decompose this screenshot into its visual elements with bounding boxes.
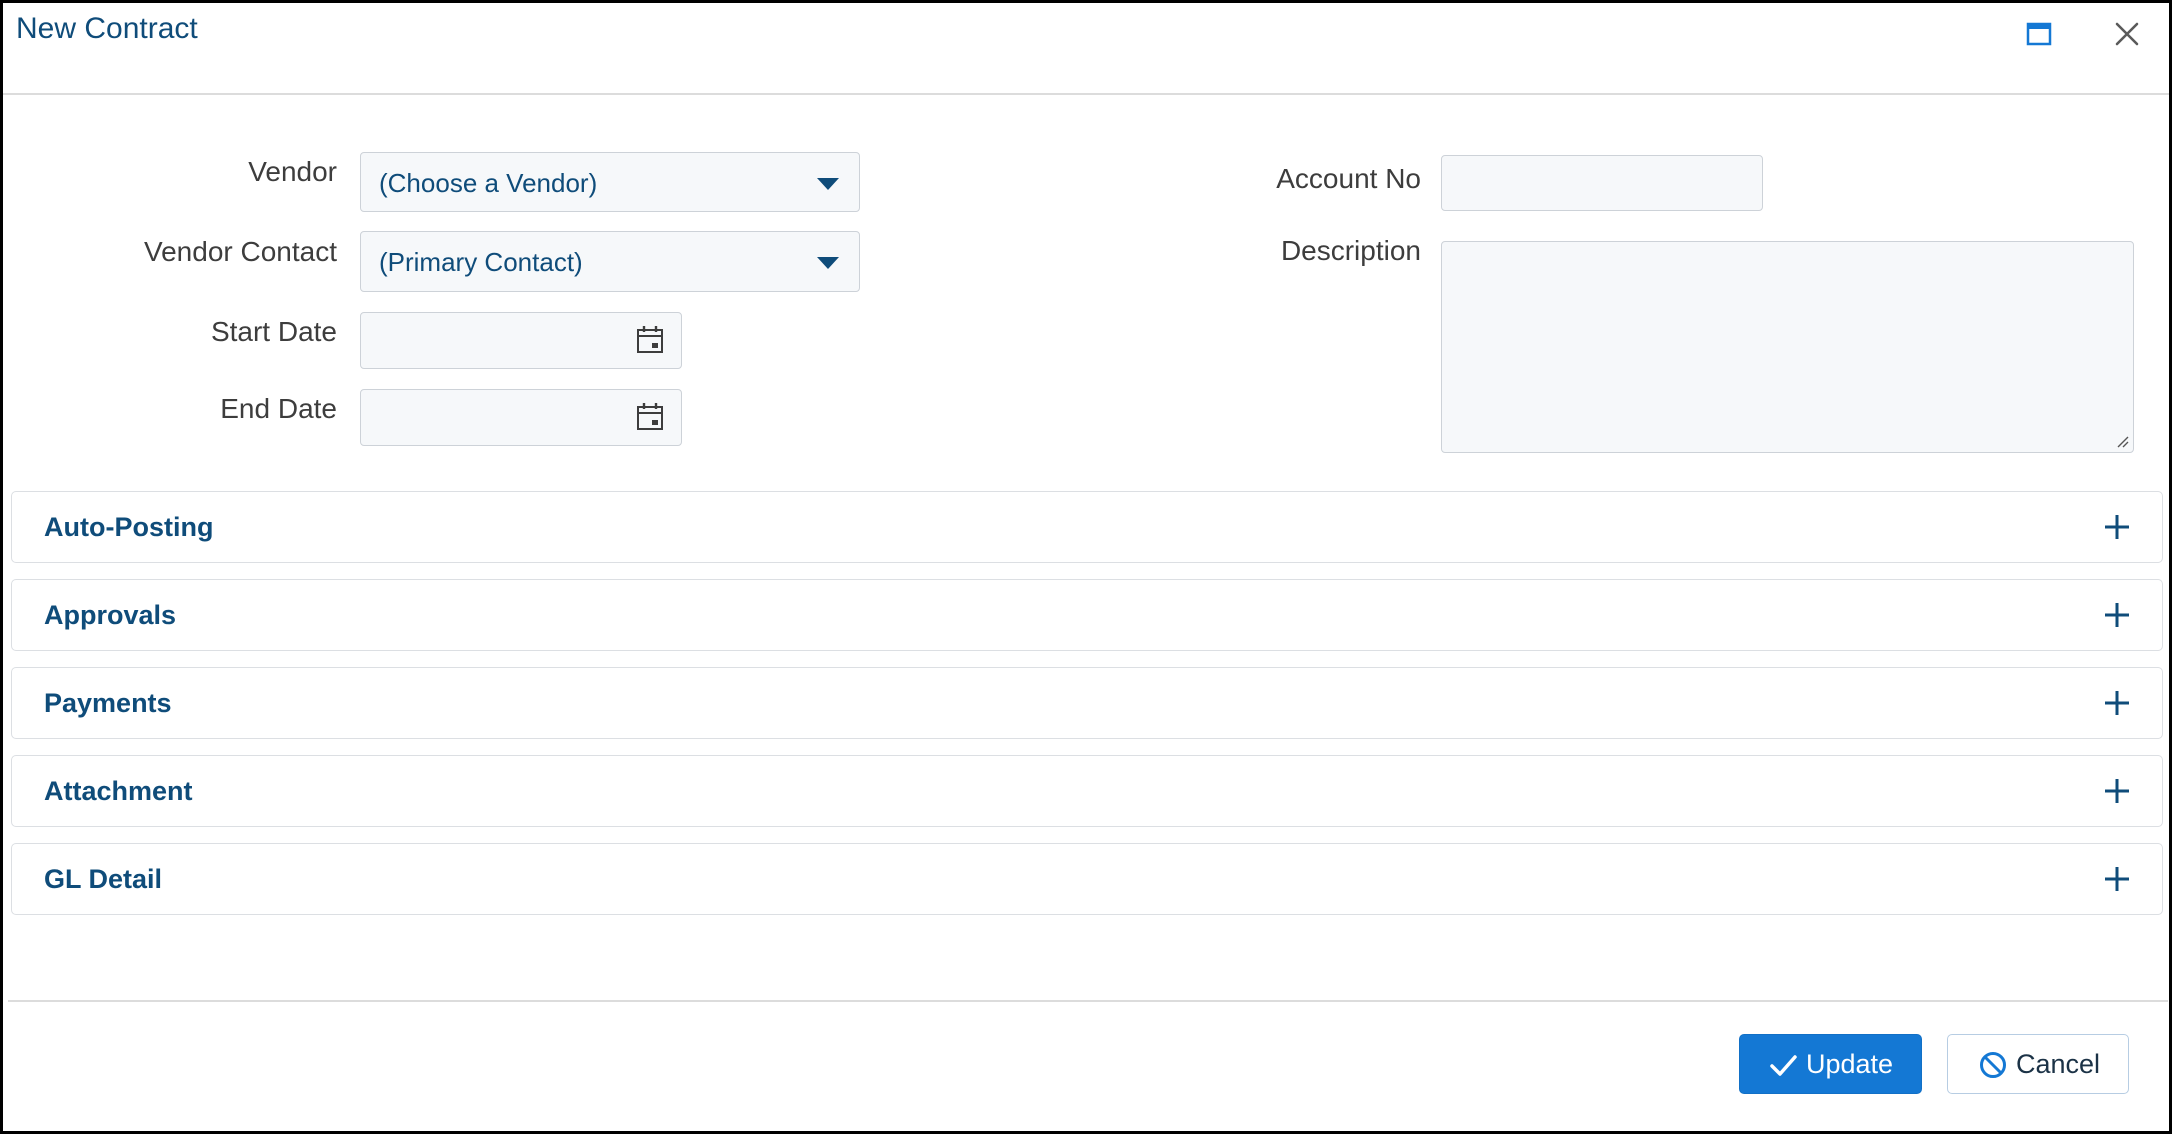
section-title: Attachment bbox=[44, 776, 193, 806]
plus-icon[interactable] bbox=[2102, 864, 2132, 894]
plus-icon[interactable] bbox=[2102, 600, 2132, 630]
account-no-label: Account No bbox=[1276, 163, 1421, 194]
vendor-label: Vendor bbox=[248, 156, 337, 187]
ban-icon bbox=[1980, 1052, 2006, 1078]
section-attachment[interactable]: Attachment bbox=[11, 755, 2163, 827]
caret-down-icon bbox=[817, 178, 839, 190]
footer-divider bbox=[8, 1000, 2168, 1002]
description-textarea[interactable] bbox=[1441, 241, 2134, 453]
cancel-button[interactable]: Cancel bbox=[1947, 1034, 2129, 1094]
plus-icon[interactable] bbox=[2102, 688, 2132, 718]
account-no-input[interactable] bbox=[1441, 155, 1763, 211]
plus-icon[interactable] bbox=[2102, 776, 2132, 806]
start-date-label: Start Date bbox=[210, 316, 337, 347]
plus-icon[interactable] bbox=[2102, 512, 2132, 542]
close-icon bbox=[2115, 22, 2139, 46]
vendor-contact-select[interactable]: (Primary Contact) bbox=[360, 231, 860, 292]
dialog-titlebar: New Contract bbox=[3, 3, 2169, 95]
vendor-contact-select-value: (Primary Contact) bbox=[379, 247, 583, 277]
section-title: Approvals bbox=[44, 600, 177, 630]
cancel-button-label: Cancel bbox=[2016, 1049, 2101, 1079]
end-date-label: End Date bbox=[220, 393, 337, 424]
end-date-input[interactable] bbox=[360, 389, 682, 446]
resize-grip-icon[interactable] bbox=[2115, 434, 2129, 448]
vendor-contact-label: Vendor Contact bbox=[143, 236, 337, 267]
section-approvals[interactable]: Approvals bbox=[11, 579, 2163, 651]
check-icon bbox=[1770, 1055, 1797, 1076]
section-payments[interactable]: Payments bbox=[11, 667, 2163, 739]
update-button-label: Update bbox=[1806, 1049, 1894, 1079]
close-button[interactable] bbox=[2109, 16, 2145, 52]
calendar-icon[interactable] bbox=[633, 323, 667, 357]
section-title: Auto-Posting bbox=[44, 512, 214, 542]
calendar-icon[interactable] bbox=[633, 400, 667, 434]
maximize-button[interactable] bbox=[2021, 16, 2057, 52]
caret-down-icon bbox=[817, 257, 839, 269]
new-contract-dialog: New Contract Vendor (Choose a Vendor) Ve… bbox=[0, 0, 2172, 1134]
maximize-icon bbox=[2026, 22, 2052, 46]
vendor-select-value: (Choose a Vendor) bbox=[379, 168, 598, 198]
section-title: GL Detail bbox=[44, 864, 163, 894]
start-date-input[interactable] bbox=[360, 312, 682, 369]
dialog-title: New Contract bbox=[16, 12, 198, 45]
section-gl-detail[interactable]: GL Detail bbox=[11, 843, 2163, 915]
update-button[interactable]: Update bbox=[1739, 1034, 1922, 1094]
section-auto-posting[interactable]: Auto-Posting bbox=[11, 491, 2163, 563]
description-label: Description bbox=[1280, 235, 1421, 266]
section-title: Payments bbox=[44, 688, 172, 718]
vendor-select[interactable]: (Choose a Vendor) bbox=[360, 152, 860, 212]
